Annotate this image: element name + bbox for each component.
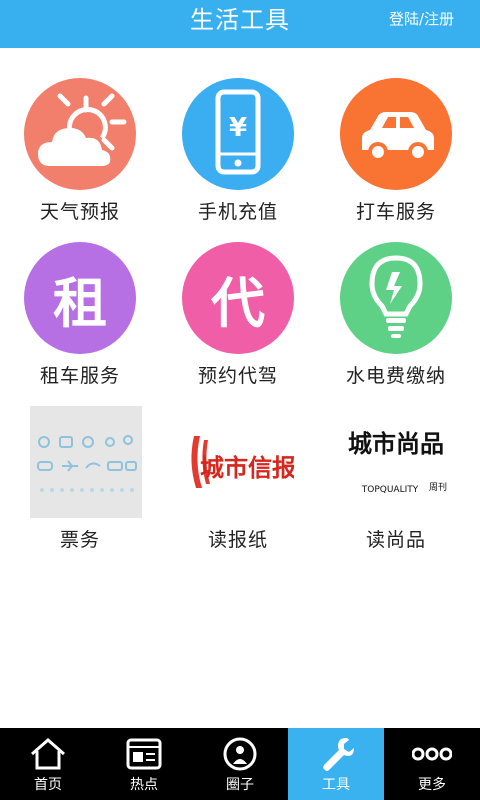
tool-label: 水电费缴纳	[345, 365, 446, 387]
tab-tools[interactable]: 工具	[288, 728, 384, 800]
login-register-link[interactable]: 登陆/注册	[389, 0, 454, 48]
more-icon	[412, 747, 452, 761]
magazine-logo-side: 周刊	[429, 481, 447, 493]
tool-label: 打车服务	[355, 201, 436, 223]
tool-label: 读报纸	[207, 529, 268, 551]
tool-label: 读尚品	[365, 529, 426, 551]
tool-label: 预约代驾	[197, 365, 278, 387]
phone-recharge-icon: ¥	[182, 78, 294, 190]
tickets-icon	[30, 406, 142, 518]
bottom-tab-bar: 首页 热点 圈子 工具 更多	[0, 728, 480, 800]
taxi-icon	[340, 78, 452, 190]
tool-designated-driver[interactable]: 代 预约代驾	[168, 242, 308, 392]
newspaper-logo-text: 城市信报	[200, 454, 294, 482]
hot-news-icon	[126, 738, 162, 770]
rent-car-icon: 租	[24, 242, 136, 354]
rent-glyph: 租	[53, 271, 107, 335]
tab-hot[interactable]: 热点	[96, 728, 192, 800]
tool-newspaper[interactable]: 城市信报 读报纸	[168, 406, 308, 556]
tab-label: 圈子	[226, 777, 254, 793]
driver-glyph: 代	[211, 271, 265, 335]
tab-more[interactable]: 更多	[384, 728, 480, 800]
tool-phone-recharge[interactable]: ¥ 手机充值	[168, 78, 308, 228]
tab-label: 热点	[130, 777, 158, 793]
tab-label: 更多	[418, 777, 446, 793]
home-icon	[31, 738, 65, 770]
tool-tickets[interactable]: 票务	[10, 406, 150, 556]
tab-circle[interactable]: 圈子	[192, 728, 288, 800]
tool-taxi[interactable]: 打车服务	[326, 78, 466, 228]
magazine-logo-sub: TOPQUALITY	[361, 485, 419, 495]
tool-rent-car[interactable]: 租 租车服务	[10, 242, 150, 392]
wrench-icon	[323, 738, 354, 771]
tab-label: 工具	[322, 777, 350, 793]
designated-driver-icon: 代	[182, 242, 294, 354]
tool-label: 票务	[59, 529, 100, 551]
tool-label: 手机充值	[197, 201, 278, 223]
magazine-logo: 城市尚品 TOPQUALITY 周刊	[340, 406, 452, 518]
utility-bill-icon	[340, 242, 452, 354]
svg-text:¥: ¥	[229, 113, 247, 143]
newspaper-logo: 城市信报	[182, 406, 294, 518]
magazine-logo-text: 城市尚品	[348, 430, 444, 458]
tool-label: 租车服务	[39, 365, 120, 387]
tab-home[interactable]: 首页	[0, 728, 96, 800]
tool-label: 天气预报	[39, 201, 120, 223]
tool-utility-bill[interactable]: 水电费缴纳	[326, 242, 466, 392]
header-bar: 生活工具 登陆/注册	[0, 0, 480, 48]
circle-icon	[223, 737, 257, 771]
tab-label: 首页	[34, 777, 62, 793]
weather-icon	[24, 78, 136, 190]
tool-weather[interactable]: 天气预报	[10, 78, 150, 228]
tool-magazine[interactable]: 城市尚品 TOPQUALITY 周刊 读尚品	[326, 406, 466, 556]
